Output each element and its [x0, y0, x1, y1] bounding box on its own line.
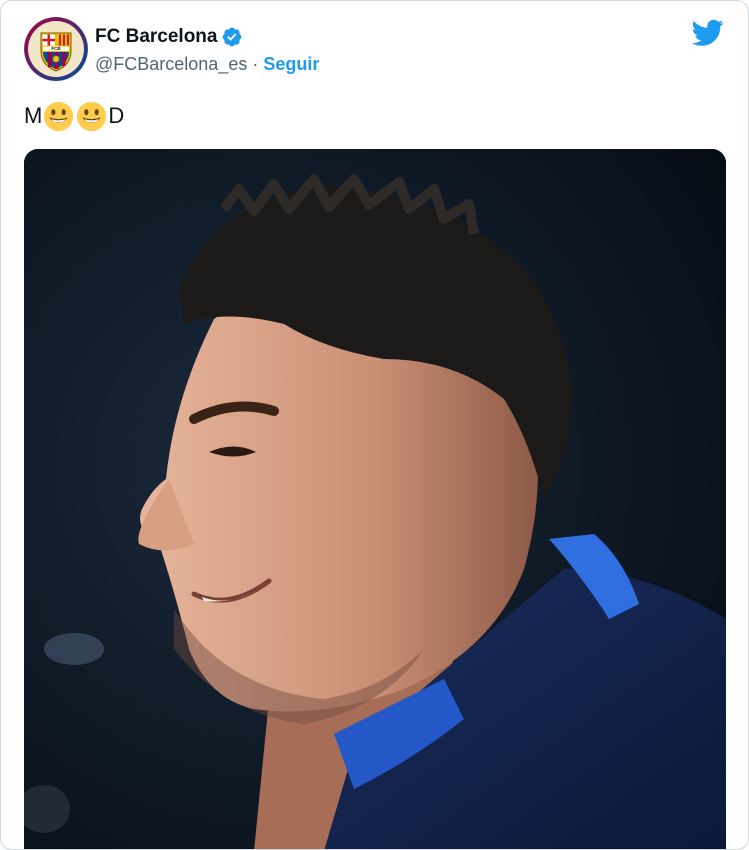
- account-names: FC Barcelona @FCBarcelona_es · Seguir: [95, 25, 319, 75]
- avatar[interactable]: FCB: [24, 17, 88, 81]
- tweet-embed: FCB FC Barcelona @FCBarcelona_es · Segui…: [0, 0, 749, 850]
- separator-dot: ·: [252, 54, 259, 74]
- tweet-media-photo[interactable]: [24, 149, 726, 849]
- display-name-row: FC Barcelona: [95, 25, 319, 49]
- verified-badge-icon: [223, 27, 242, 47]
- tweet-header: FCB FC Barcelona @FCBarcelona_es · Segui…: [24, 17, 724, 81]
- twitter-bird-icon[interactable]: [692, 19, 724, 47]
- handle[interactable]: @FCBarcelona_es: [95, 54, 247, 75]
- smiley-emoji-icon: [44, 101, 74, 131]
- tweet-text-suffix: D: [108, 103, 125, 128]
- handle-row: @FCBarcelona_es · Seguir: [95, 54, 319, 75]
- tweet-text-prefix: M: [24, 103, 43, 128]
- svg-text:FCB: FCB: [51, 46, 61, 51]
- display-name[interactable]: FC Barcelona: [95, 26, 217, 48]
- tweet-text: M D: [24, 101, 124, 131]
- smiley-emoji-icon: [77, 101, 107, 131]
- follow-button[interactable]: Seguir: [263, 54, 319, 75]
- fc-barcelona-crest-icon: FCB: [24, 17, 88, 81]
- coach-portrait-image: [24, 149, 726, 849]
